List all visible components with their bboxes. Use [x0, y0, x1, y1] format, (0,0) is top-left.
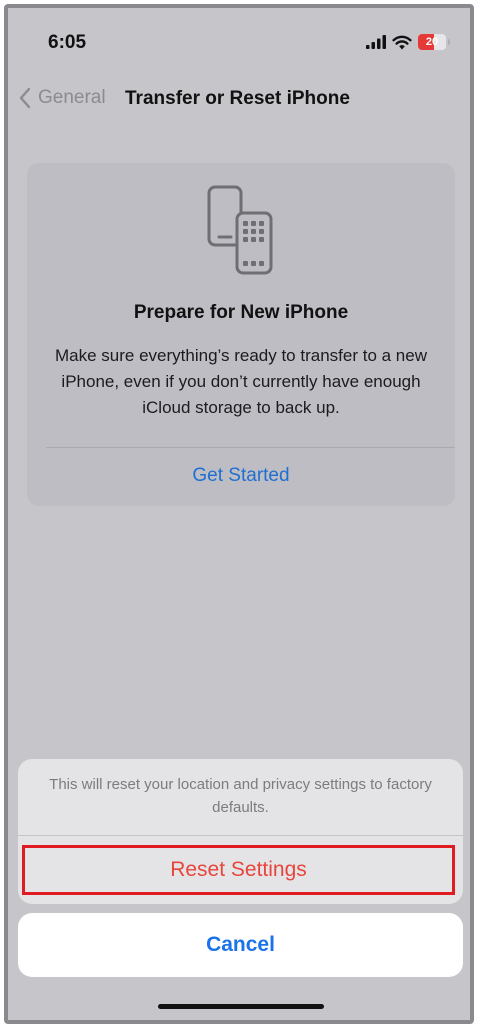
status-bar: 6:05 20 — [8, 8, 470, 80]
navigation-bar: General Transfer or Reset iPhone — [8, 80, 470, 124]
get-started-button[interactable]: Get Started — [27, 465, 455, 487]
card-divider — [46, 447, 455, 448]
action-sheet: This will reset your location and privac… — [18, 759, 463, 904]
chevron-left-icon — [19, 87, 31, 109]
card-description: Make sure everything’s ready to transfer… — [55, 346, 427, 417]
action-sheet-divider — [18, 835, 463, 836]
prepare-new-iphone-card: Prepare for New iPhone Make sure everyth… — [27, 163, 455, 506]
battery-level: 20 — [425, 36, 439, 48]
battery-icon: 20 — [418, 34, 450, 50]
back-label: General — [38, 87, 106, 108]
signal-icon — [366, 35, 386, 49]
status-icons: 20 — [366, 34, 450, 50]
home-indicator — [158, 1004, 324, 1009]
page-title: Transfer or Reset iPhone — [125, 88, 350, 109]
reset-settings-button[interactable]: Reset Settings — [22, 845, 455, 895]
phone-screen: 6:05 20 General Transfer or Reset iPhone… — [4, 4, 474, 1024]
status-time: 6:05 — [48, 32, 87, 53]
action-sheet-message: This will reset your location and privac… — [49, 776, 432, 816]
wifi-icon — [392, 35, 412, 49]
phone-transfer-icon — [207, 185, 273, 275]
cancel-button[interactable]: Cancel — [18, 913, 463, 977]
card-title: Prepare for New iPhone — [133, 302, 349, 323]
back-button[interactable]: General — [18, 86, 106, 110]
